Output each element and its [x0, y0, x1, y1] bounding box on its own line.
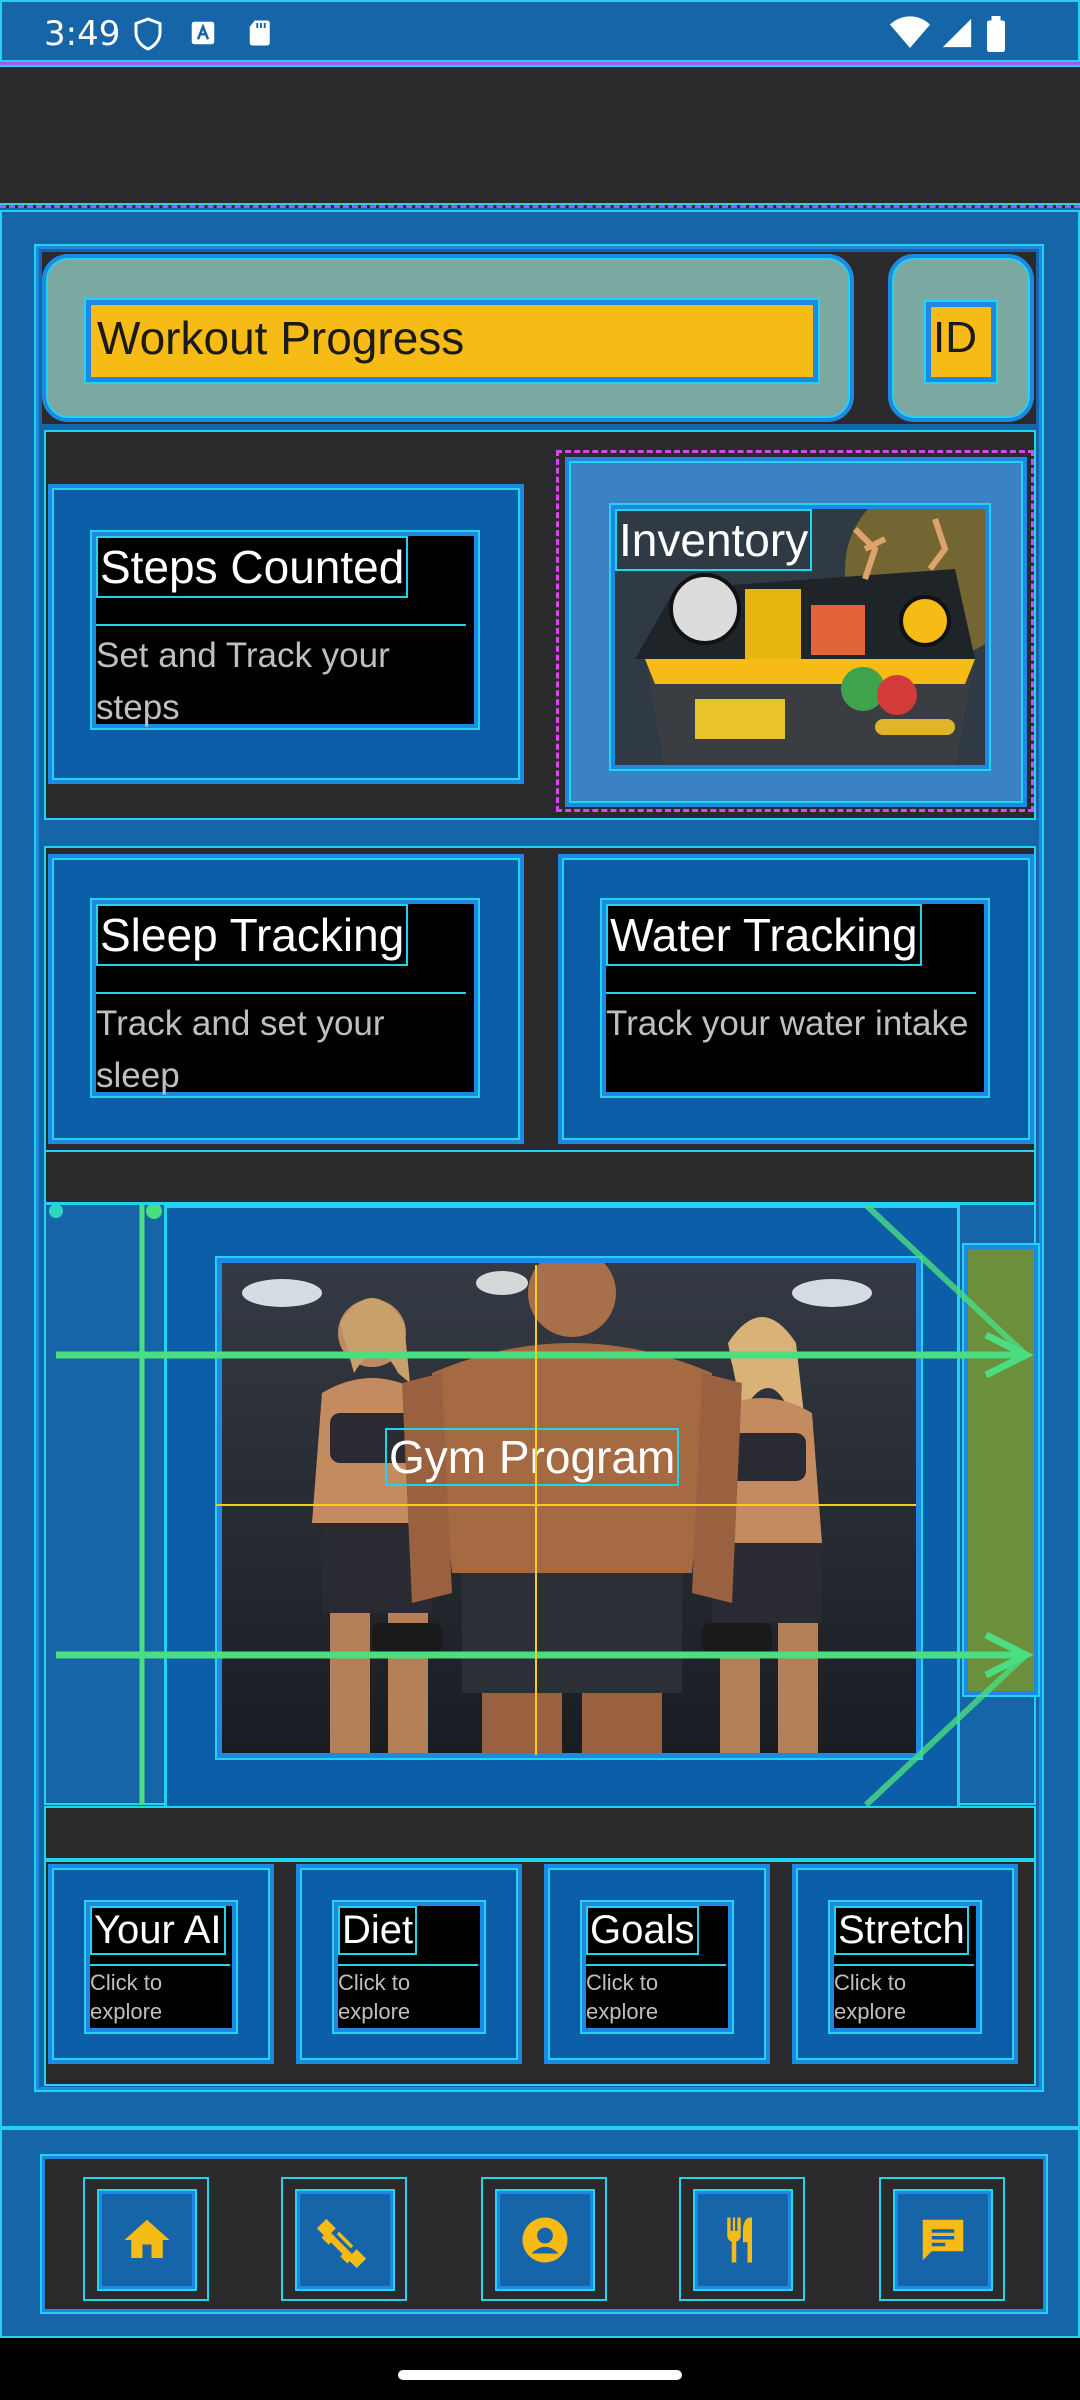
inventory-title: Inventory: [615, 509, 813, 571]
battery-icon: [987, 16, 1005, 52]
quick-link-diet[interactable]: Diet Click to explore: [296, 1864, 522, 2064]
nav-chat-button[interactable]: [879, 2177, 1005, 2301]
quick-link-subtitle: Click to explore: [338, 1964, 478, 2026]
quick-link-title: Diet: [338, 1906, 418, 1955]
steps-title: Steps Counted: [96, 536, 409, 598]
bottom-navigation: [0, 2128, 1080, 2338]
spacer: [44, 1150, 1036, 1204]
quick-link-subtitle: Click to explore: [90, 1964, 230, 2026]
account-icon: [522, 2217, 568, 2263]
quick-link-subtitle: Click to explore: [834, 1964, 974, 2026]
gesture-navigation-bar: [0, 2338, 1080, 2400]
quick-link-goals[interactable]: Goals Click to explore: [544, 1864, 770, 2064]
water-title: Water Tracking: [606, 904, 922, 966]
wifi-icon: [890, 16, 930, 48]
restaurant-icon: [727, 2217, 752, 2263]
carousel-scroll-overlay: [49, 1205, 1034, 1807]
home-indicator[interactable]: [398, 2370, 682, 2380]
inventory-card[interactable]: Inventory: [556, 450, 1034, 812]
workout-progress-card[interactable]: Workout Progress: [42, 254, 854, 422]
nav-workout-button[interactable]: [281, 2177, 407, 2301]
nav-profile-button[interactable]: [481, 2177, 607, 2301]
shield-icon: [134, 17, 162, 51]
home-icon: [124, 2219, 170, 2258]
quick-link-stretch[interactable]: Stretch Click to explore: [792, 1864, 1018, 2064]
signal-icon: [942, 18, 972, 48]
chat-icon: [922, 2219, 964, 2261]
steps-card[interactable]: Steps Counted Set and Track your steps: [48, 484, 524, 784]
sleep-title: Sleep Tracking: [96, 904, 409, 966]
sd-card-icon: [249, 20, 270, 46]
nav-diet-button[interactable]: [679, 2177, 805, 2301]
status-bar: 3:49: [0, 0, 1080, 62]
status-time: 3:49: [44, 14, 121, 54]
quick-link-title: Your AI: [90, 1906, 226, 1955]
quick-link-your-ai[interactable]: Your AI Click to explore: [48, 1864, 274, 2064]
text-a-icon: [191, 21, 215, 45]
inventory-image: Inventory: [609, 503, 991, 771]
dumbbell-icon: [317, 2218, 367, 2268]
sleep-subtitle: Track and set your sleep: [96, 992, 466, 1102]
quick-link-subtitle: Click to explore: [586, 1964, 726, 2026]
quick-link-title: Stretch: [834, 1906, 969, 1955]
id-label: ID: [933, 313, 977, 362]
nav-home-button[interactable]: [83, 2177, 209, 2301]
sleep-tracking-card[interactable]: Sleep Tracking Track and set your sleep: [48, 854, 524, 1144]
water-subtitle: Track your water intake: [606, 992, 976, 1050]
id-card[interactable]: ID: [888, 254, 1034, 422]
app-bar: [0, 62, 1080, 208]
spacer-2: [44, 1806, 1036, 1860]
water-tracking-card[interactable]: Water Tracking Track your water intake: [558, 854, 1034, 1144]
page-title: Workout Progress: [97, 312, 465, 364]
quick-link-title: Goals: [586, 1906, 699, 1955]
steps-subtitle: Set and Track your steps: [96, 624, 466, 734]
program-carousel[interactable]: Gym Program: [44, 1203, 1040, 1809]
